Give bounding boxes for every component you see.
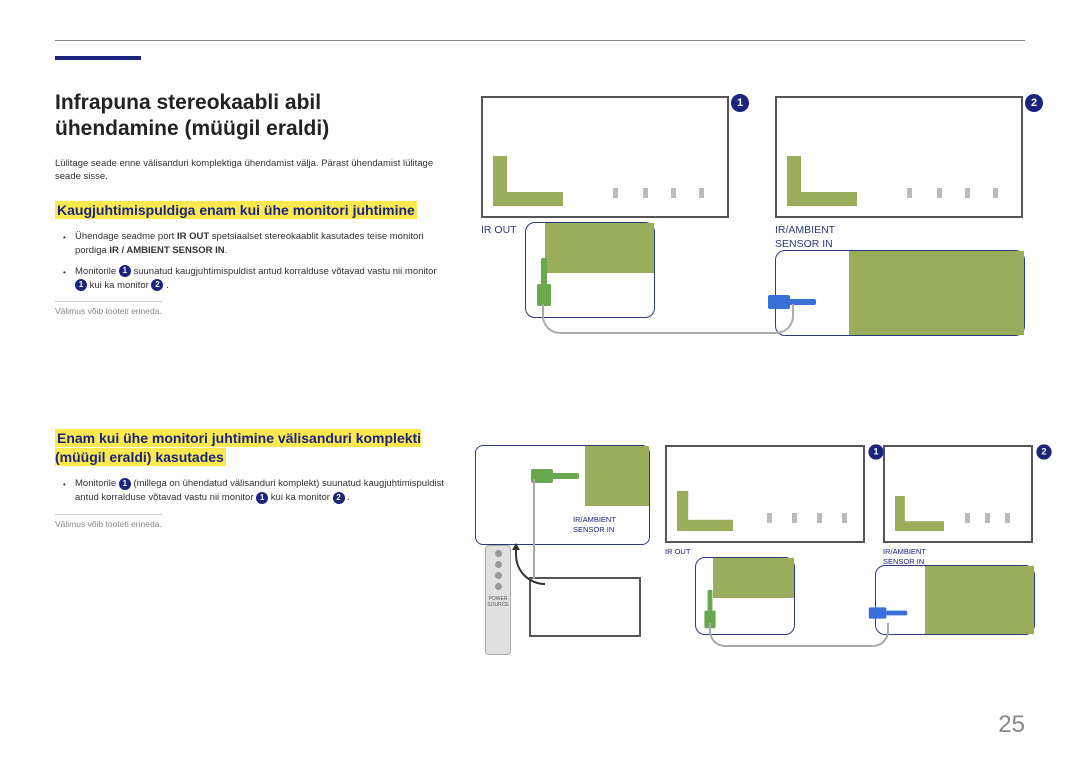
monitor-2-diagram [883, 445, 1033, 543]
figure-1: 1 2 IR OUT IR/AMBIENT SENSOR IN [475, 90, 1037, 340]
port-slot [907, 188, 912, 198]
label-ir-ambient-tiny-a: IR/AMBIENT [573, 515, 616, 524]
label-ir-ambient-b: SENSOR IN [775, 238, 833, 250]
text: . [225, 245, 228, 256]
port-slot [817, 513, 822, 523]
figure-2: IR/AMBIENT SENSOR IN POWER SOURCE 1 IR O… [475, 445, 1037, 655]
text: . [166, 280, 169, 291]
callout-1-icon: 1 [868, 444, 883, 459]
header-accent [55, 56, 141, 60]
sensor-cable [533, 479, 539, 579]
page-title: Infrapuna stereokaabli abil ühendamine (… [55, 90, 445, 143]
label-ir-out: IR OUT [481, 224, 517, 236]
section1-bullets: • Ühendage seadme port IR OUT spetsiaals… [55, 230, 445, 293]
text: . [347, 492, 350, 503]
port-slot [965, 513, 970, 523]
header-rule [55, 40, 1025, 41]
section2-bullet-1: • Monitorile 1 (millega on ühendatud väl… [59, 477, 445, 506]
section1-heading: Kaugjuhtimispuldiga enam kui ühe monitor… [55, 201, 417, 219]
label-ir-ambient-tiny-a2: IR/AMBIENT [883, 547, 926, 556]
pcb-icon [677, 496, 709, 531]
pcb-block [925, 566, 1034, 634]
text: Monitorile [75, 266, 119, 277]
section1-bullet-2: • Monitorile 1 suunatud kaugjuhtimispuld… [59, 265, 445, 294]
section2: Enam kui ühe monitori juhtimine välisand… [55, 429, 445, 532]
bullet-dot: • [63, 267, 66, 279]
port-slot [767, 513, 772, 523]
stereo-cable [542, 304, 794, 334]
text: suunatud kaugjuhtimispuldist antud korra… [133, 266, 436, 277]
text: kui ka monitor [271, 492, 333, 503]
section2-heading: Enam kui ühe monitori juhtimine välisand… [55, 429, 421, 466]
section1-heading-wrap: Kaugjuhtimispuldiga enam kui ühe monitor… [55, 201, 445, 220]
port-slot [965, 188, 970, 198]
page-number: 25 [998, 711, 1025, 739]
text: Monitorile [75, 478, 119, 489]
circled-2-icon: 2 [333, 492, 345, 504]
port-slot [993, 188, 998, 198]
left-text-column: Infrapuna stereokaabli abil ühendamine (… [55, 90, 445, 532]
circled-1-icon: 1 [119, 478, 131, 490]
bold-ir-ambient: IR / AMBIENT SENSOR IN [109, 245, 224, 256]
pcb-icon [895, 500, 923, 531]
section2-bullets: • Monitorile 1 (millega on ühendatud väl… [55, 477, 445, 506]
label-ir-ambient-tiny-b: SENSOR IN [573, 525, 614, 534]
port-slot [699, 188, 704, 198]
pcb-block [585, 446, 649, 506]
circled-1-icon: 1 [75, 279, 87, 291]
section1-bullet-1: • Ühendage seadme port IR OUT spetsiaals… [59, 230, 445, 259]
callout-2-icon: 2 [1025, 94, 1043, 112]
port-slot [643, 188, 648, 198]
circled-2-icon: 2 [151, 279, 163, 291]
port-slot [937, 188, 942, 198]
stereo-cable [709, 623, 889, 647]
label-ir-out-tiny: IR OUT [665, 547, 690, 556]
port-slot [613, 188, 618, 198]
intro-paragraph: Lülitage seade enne välisanduri komplekt… [55, 157, 445, 184]
section2-heading-wrap: Enam kui ühe monitori juhtimine välisand… [55, 429, 445, 467]
pcb-icon [787, 162, 827, 206]
pcb-icon [493, 162, 533, 206]
arrow-icon [515, 545, 545, 585]
circled-1-icon: 1 [256, 492, 268, 504]
section2-footnote: Välimus võib tooteti erineda. [55, 514, 162, 529]
external-sensor-body [529, 577, 641, 637]
text: Ühendage seadme port [75, 231, 177, 242]
pcb-block [713, 558, 794, 598]
monitor-1-diagram [481, 96, 729, 218]
label-ir-ambient-a: IR/AMBIENT [775, 224, 835, 236]
port-slot [671, 188, 676, 198]
circled-1-icon: 1 [119, 265, 131, 277]
bold-ir-out: IR OUT [177, 231, 209, 242]
bullet-dot: • [63, 232, 66, 244]
port-slot [842, 513, 847, 523]
callout-2-icon: 2 [1036, 444, 1051, 459]
bullet-dot: • [63, 479, 66, 491]
pcb-block [545, 223, 654, 273]
port-slot [1005, 513, 1010, 523]
green-audio-plug-icon [537, 258, 551, 306]
section1-footnote: Välimus võib tooteti erineda. [55, 301, 162, 316]
remote-control-icon: POWER SOURCE [485, 545, 511, 655]
blue-audio-plug-icon [869, 607, 907, 618]
monitor-1-diagram [665, 445, 865, 543]
pcb-block [849, 251, 1024, 335]
port-slot [985, 513, 990, 523]
remote-label-source: SOURCE [486, 602, 510, 608]
text: kui ka monitor [90, 280, 152, 291]
port-slot [792, 513, 797, 523]
monitor-2-diagram [775, 96, 1023, 218]
callout-1-icon: 1 [731, 94, 749, 112]
